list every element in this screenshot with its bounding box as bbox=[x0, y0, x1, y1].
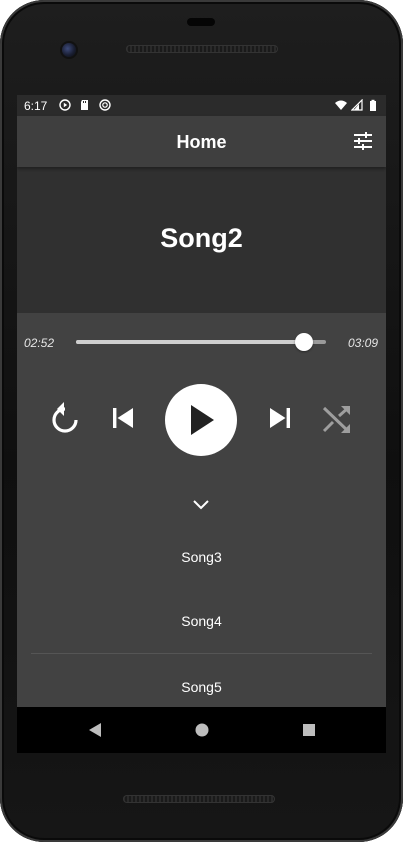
total-time: 03:09 bbox=[347, 336, 378, 350]
shuffle-button[interactable] bbox=[320, 402, 354, 436]
now-playing-header: Song2 bbox=[17, 167, 386, 313]
list-item[interactable]: Song4 bbox=[31, 589, 372, 654]
system-navigation-bar bbox=[17, 707, 386, 753]
play-button[interactable] bbox=[165, 384, 237, 456]
battery-icon bbox=[370, 99, 376, 111]
repeat-button[interactable] bbox=[47, 400, 83, 436]
cell-signal-icon bbox=[351, 99, 363, 111]
back-triangle-icon bbox=[89, 723, 101, 737]
list-item[interactable]: Song3 bbox=[31, 525, 372, 589]
play-icon bbox=[191, 405, 214, 435]
status-system-icons bbox=[335, 99, 379, 111]
next-button[interactable] bbox=[265, 403, 295, 433]
previous-button[interactable] bbox=[108, 403, 138, 433]
repeat-icon bbox=[52, 402, 78, 433]
skip-previous-icon bbox=[113, 408, 133, 428]
earpiece-speaker bbox=[126, 45, 278, 53]
seek-progress bbox=[76, 340, 304, 344]
song-title: Song2 bbox=[160, 223, 243, 253]
status-bar: 6:17 bbox=[17, 95, 386, 116]
recents-button[interactable] bbox=[299, 720, 319, 740]
current-time: 02:52 bbox=[24, 336, 55, 350]
back-button[interactable] bbox=[85, 720, 105, 740]
sd-card-icon bbox=[81, 100, 88, 110]
play-circle-icon bbox=[59, 99, 71, 111]
wifi-icon bbox=[335, 100, 347, 110]
seek-bar[interactable] bbox=[76, 333, 326, 351]
status-time: 6:17 bbox=[24, 99, 48, 113]
app-bar: Home bbox=[17, 116, 386, 167]
page-title: Home bbox=[176, 132, 227, 152]
phone-frame: 6:17 Home Song2 02:52 03:09 Song3 Song4 … bbox=[0, 0, 403, 842]
chevron-down-icon bbox=[193, 500, 209, 510]
recents-square-icon bbox=[303, 724, 315, 736]
home-circle-icon bbox=[195, 723, 209, 737]
skip-next-icon bbox=[270, 408, 290, 428]
collapse-playlist-button[interactable] bbox=[188, 495, 214, 515]
shuffle-icon bbox=[322, 406, 350, 433]
top-notch bbox=[187, 18, 215, 26]
tune-icon bbox=[354, 132, 372, 150]
front-camera bbox=[62, 43, 76, 57]
sync-icon bbox=[99, 99, 111, 111]
equalizer-button[interactable] bbox=[350, 128, 376, 154]
status-notification-icons bbox=[59, 99, 111, 111]
seek-thumb[interactable] bbox=[294, 333, 313, 351]
home-button[interactable] bbox=[192, 720, 212, 740]
app-screen: 6:17 Home Song2 02:52 03:09 Song3 Song4 … bbox=[17, 95, 386, 741]
bottom-speaker bbox=[123, 795, 275, 803]
